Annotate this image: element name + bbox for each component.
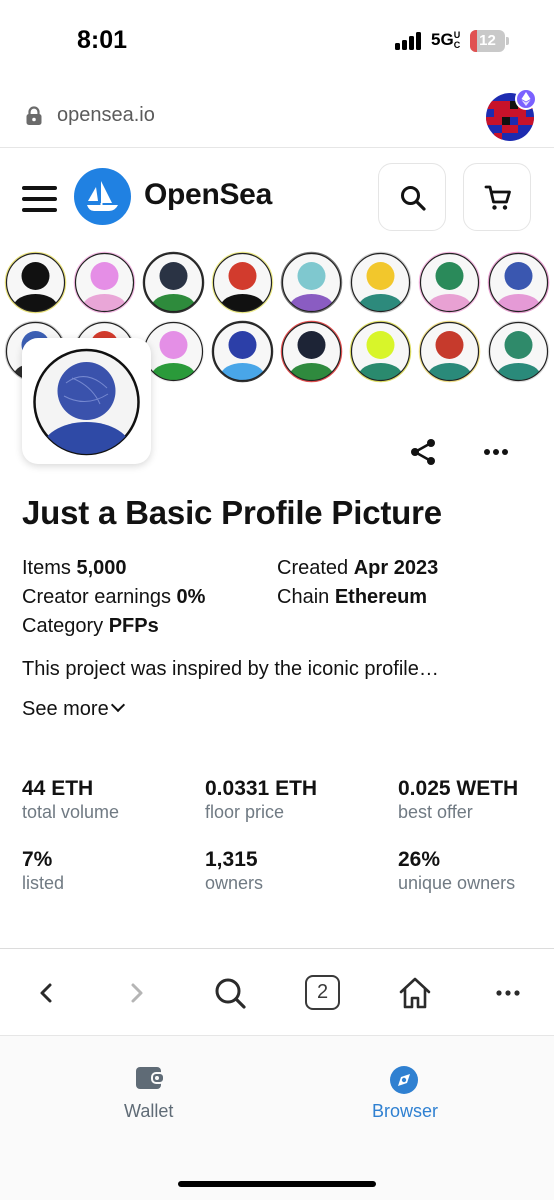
back-icon[interactable] — [26, 973, 66, 1013]
banner-pfp — [142, 251, 205, 314]
search-icon — [401, 186, 426, 211]
created-label: Created — [277, 557, 349, 579]
chain-meta: Chain Ethereum — [277, 586, 427, 609]
home-icon[interactable] — [395, 973, 435, 1013]
collection-avatar-image — [33, 348, 140, 456]
banner-pfp — [487, 320, 550, 383]
stat-owners-label: owners — [205, 873, 264, 893]
stat-unique-owners-value: 26% — [398, 848, 441, 871]
category-value: PFPs — [108, 615, 159, 637]
banner-pfp — [142, 320, 205, 383]
home-indicator — [178, 1181, 376, 1187]
chain-label: Chain — [277, 586, 330, 608]
more-options-icon[interactable] — [480, 436, 512, 468]
bottom-nav: Wallet Browser — [0, 1036, 554, 1200]
items-meta: Items 5,000 — [22, 557, 127, 580]
see-more-label: See more — [22, 698, 109, 720]
items-value: 5,000 — [76, 557, 127, 579]
category-label: Category — [22, 615, 104, 637]
banner-pfp — [280, 251, 343, 314]
see-more-button[interactable]: See more — [22, 697, 125, 721]
banner-pfp — [418, 320, 481, 383]
stat-best-offer-label: best offer — [398, 802, 473, 822]
chevron-down-icon — [110, 697, 125, 713]
stat-owners-value: 1,315 — [205, 848, 258, 871]
banner-pfp — [211, 320, 274, 383]
banner-pfp — [4, 251, 67, 314]
url-text[interactable]: opensea.io — [57, 104, 155, 127]
network-suffix: UC — [453, 30, 461, 50]
creator-earnings-meta: Creator earnings 0% — [22, 586, 205, 609]
site-header: OpenSea — [0, 148, 554, 248]
created-meta: Created Apr 2023 — [277, 557, 438, 580]
compass-icon — [390, 1066, 418, 1094]
browser-toolbar — [0, 948, 554, 1036]
battery-level: 12 — [479, 32, 496, 49]
browser-more-icon[interactable] — [488, 973, 528, 1013]
stat-listed-label: listed — [22, 873, 65, 893]
stat-floor-price-label: floor price — [205, 802, 285, 822]
category-meta: Category PFPs — [22, 615, 159, 638]
created-value: Apr 2023 — [353, 557, 439, 579]
banner-pfp — [418, 251, 481, 314]
chain-value: Ethereum — [334, 586, 428, 608]
nav-browser-label: Browser — [372, 1101, 439, 1121]
cellular-signal-icon — [395, 32, 423, 50]
cart-button[interactable] — [463, 163, 531, 231]
lock-icon — [26, 106, 42, 125]
forward-icon[interactable] — [117, 973, 157, 1013]
brand-name[interactable]: OpenSea — [144, 178, 272, 212]
search-icon[interactable] — [210, 973, 250, 1013]
banner-pfp — [349, 251, 412, 314]
banner-pfp — [349, 320, 412, 383]
battery-icon: 12 — [470, 30, 509, 52]
stat-unique-owners-label: unique owners — [398, 873, 516, 893]
network-type-label: 5G — [431, 30, 454, 49]
nav-wallet[interactable]: Wallet — [100, 1056, 200, 1126]
stat-listed-value: 7% — [22, 848, 53, 871]
status-bar: 8:01 5GUC 12 — [0, 0, 554, 84]
tabs-count-button[interactable]: 2 — [305, 975, 340, 1010]
items-label: Items — [22, 557, 71, 579]
ethereum-icon — [515, 88, 537, 110]
status-time: 8:01 — [77, 26, 128, 54]
collection-avatar — [22, 338, 151, 464]
menu-icon[interactable] — [22, 186, 58, 212]
share-icon[interactable] — [407, 436, 439, 468]
nav-wallet-label: Wallet — [124, 1101, 174, 1121]
banner-pfp — [280, 320, 343, 383]
banner-pfp — [487, 251, 550, 314]
network-type: 5GUC — [431, 30, 464, 50]
opensea-logo-icon[interactable] — [74, 168, 131, 225]
banner-pfp — [73, 251, 136, 314]
stat-best-offer-value: 0.025 WETH — [398, 777, 519, 800]
wallet-icon — [136, 1067, 165, 1089]
collection-title: Just a Basic Profile Picture — [22, 494, 442, 531]
stat-total-volume-value: 44 ETH — [22, 777, 94, 800]
creator-earnings-value: 0% — [176, 586, 206, 608]
stat-total-volume-label: total volume — [22, 802, 120, 822]
cart-icon — [484, 185, 511, 210]
nav-browser[interactable]: Browser — [354, 1056, 454, 1126]
banner-pfp — [211, 251, 274, 314]
url-bar[interactable]: opensea.io — [0, 84, 554, 148]
stat-floor-price-value: 0.0331 ETH — [205, 777, 318, 800]
creator-earnings-label: Creator earnings — [22, 586, 171, 608]
search-button[interactable] — [378, 163, 446, 231]
collection-description: This project was inspired by the iconic … — [22, 658, 439, 680]
